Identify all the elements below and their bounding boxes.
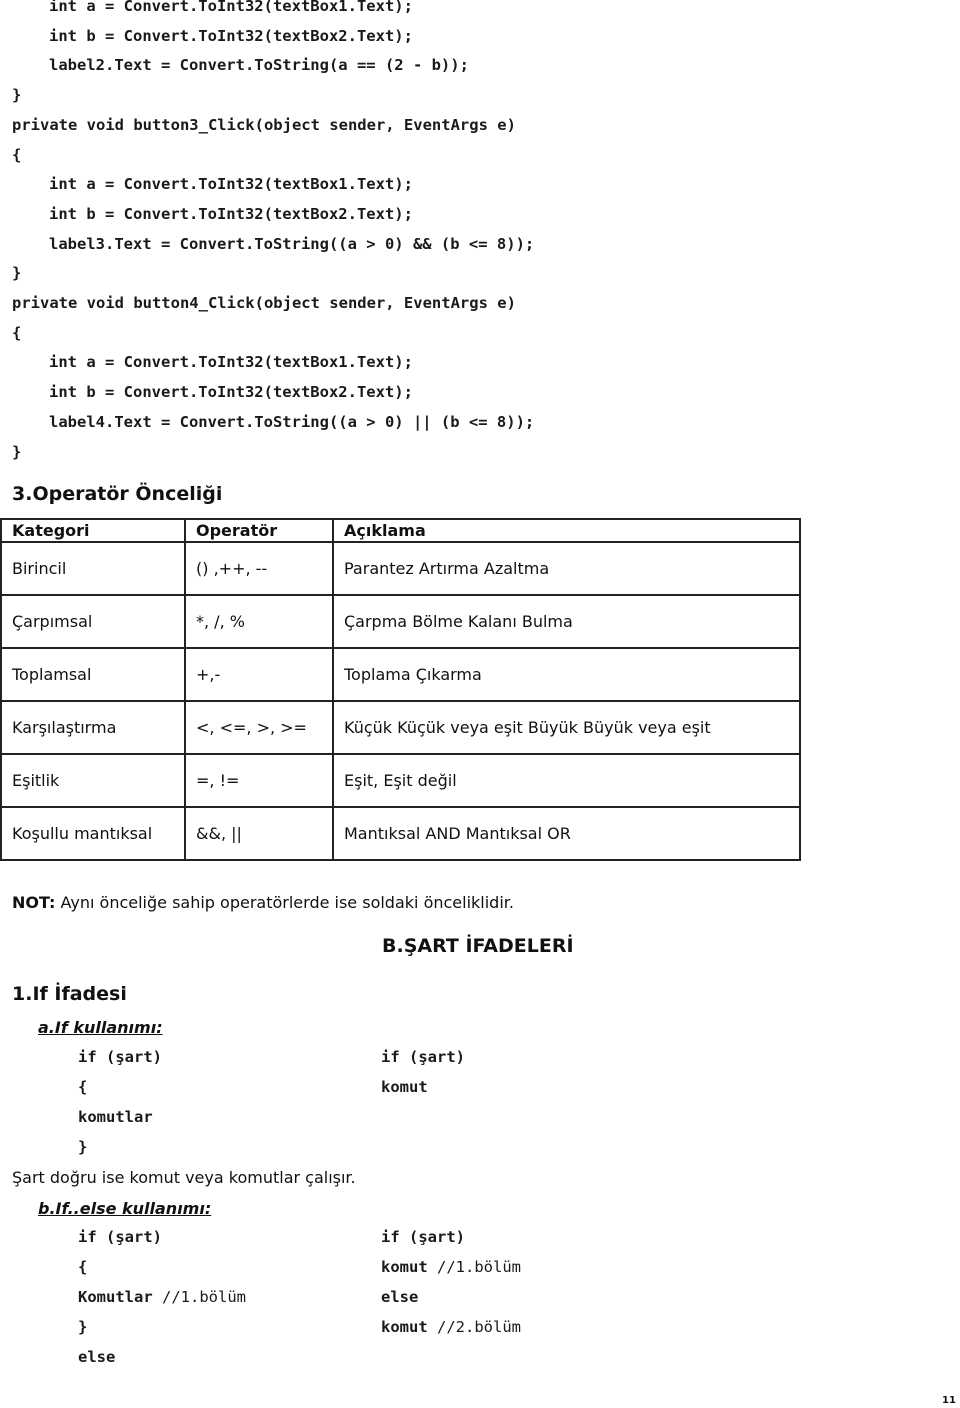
code-line: }	[78, 1318, 87, 1336]
table-row: Toplamsal +,- Toplama Çıkarma	[0, 647, 801, 702]
code-comment: //1.bölüm	[162, 1288, 246, 1306]
code-line: int b = Convert.ToInt32(textBox2.Text);	[49, 383, 413, 402]
cell-category: Birincil	[0, 541, 186, 596]
chapter-title: B.ŞART İFADELERİ	[382, 935, 574, 957]
cell-description: Eşit, Eşit değil	[332, 753, 801, 808]
code-line: label3.Text = Convert.ToString((a > 0) &…	[49, 234, 535, 253]
code-line: komut //1.bölüm	[381, 1258, 521, 1276]
table-row: Eşitlik =, != Eşit, Eşit değil	[0, 753, 801, 808]
code-line: {	[12, 145, 22, 164]
cell-operator: *, /, %	[184, 594, 334, 649]
code-line: Komutlar //1.bölüm	[78, 1288, 246, 1306]
table-header-row: Kategori Operatör Açıklama	[0, 518, 801, 543]
code-line: int a = Convert.ToInt32(textBox1.Text);	[49, 0, 413, 15]
code-line: label2.Text = Convert.ToString(a == (2 -…	[49, 56, 469, 75]
code-statement: else	[78, 1348, 116, 1366]
cell-category: Toplamsal	[0, 647, 186, 702]
cell-operator: &&, ||	[184, 806, 334, 861]
cell-description: Küçük Küçük veya eşit Büyük Büyük veya e…	[332, 700, 801, 755]
if-section-title: 1.If İfadesi	[12, 983, 127, 1005]
code-line: {	[12, 323, 22, 342]
cell-description: Toplama Çıkarma	[332, 647, 801, 702]
code-statement: komut	[381, 1258, 437, 1276]
header-category: Kategori	[0, 518, 186, 543]
if-else-usage-subtitle: b.If..else kullanımı:	[38, 1199, 212, 1218]
code-line: if (şart)	[78, 1228, 162, 1246]
note-text: Aynı önceliğe sahip operatörlerde ise so…	[55, 893, 514, 912]
table-row: Karşılaştırma <, <=, >, >= Küçük Küçük vey…	[0, 700, 801, 755]
code-statement: }	[78, 1318, 88, 1336]
page-number: 11	[942, 1395, 956, 1406]
code-line: {	[78, 1078, 88, 1096]
code-line: int a = Convert.ToInt32(textBox1.Text);	[49, 175, 413, 194]
cell-operator: <, <=, >, >=	[184, 700, 334, 755]
code-line: private void button3_Click(object sender…	[12, 115, 516, 134]
table-row: Çarpımsal *, /, % Çarpma Bölme Kalanı Bulm…	[0, 594, 801, 649]
code-statement: Komutlar	[78, 1288, 162, 1306]
code-line: private void button4_Click(object sender…	[12, 294, 516, 312]
code-line: if (şart)	[78, 1048, 162, 1066]
code-line: if (şart)	[381, 1048, 465, 1066]
header-description: Açıklama	[332, 518, 801, 543]
cell-category: Eşitlik	[0, 753, 186, 808]
code-comment: //1.bölüm	[437, 1258, 521, 1276]
code-statement: komut	[381, 1318, 437, 1336]
code-line: }	[12, 264, 22, 283]
note-label: NOT:	[12, 893, 56, 912]
cell-operator: +,-	[184, 647, 334, 702]
code-line: int a = Convert.ToInt32(textBox1.Text);	[49, 353, 413, 372]
code-line: else	[381, 1288, 418, 1306]
operator-precedence-table: Kategori Operatör Açıklama Birincil() ,+…	[0, 518, 801, 861]
code-statement: if (şart)	[381, 1228, 465, 1246]
code-line: label4.Text = Convert.ToString((a > 0) |…	[49, 412, 535, 431]
code-statement: if (şart)	[78, 1228, 162, 1246]
code-comment: //2.bölüm	[437, 1318, 521, 1336]
header-operator: Operatör	[184, 518, 334, 543]
code-line: }	[12, 442, 22, 461]
code-line: }	[12, 86, 22, 105]
table-row: Birincil() ,++, -- Parantez Artırma Azalt…	[0, 541, 801, 596]
code-line: int b = Convert.ToInt32(textBox2.Text);	[49, 204, 413, 223]
code-line: komut	[381, 1078, 428, 1096]
code-line: komutlar	[78, 1108, 153, 1126]
code-line: {	[78, 1258, 87, 1276]
cell-category: Koşullu mantıksal	[0, 806, 186, 861]
cell-description: Çarpma Bölme Kalanı Bulma	[332, 594, 801, 649]
code-statement: else	[381, 1288, 419, 1306]
cell-category: Çarpımsal	[0, 594, 186, 649]
cell-description: Mantıksal AND Mantıksal OR	[332, 806, 801, 861]
table-row: Koşullu mantıksal &&, || Mantıksal AND Man…	[0, 806, 801, 861]
code-line: else	[78, 1348, 115, 1366]
code-line: if (şart)	[381, 1228, 465, 1246]
section-title-operator-precedence: 3.Operatör Önceliği	[12, 483, 223, 505]
code-line: komut //2.bölüm	[381, 1318, 521, 1336]
note: NOT: Aynı önceliğe sahip operatörlerde i…	[12, 893, 514, 912]
code-statement: {	[78, 1258, 88, 1276]
cell-operator: () ,++, --	[184, 541, 334, 596]
cell-category: Karşılaştırma	[0, 700, 186, 755]
if-description: Şart doğru ise komut veya komutlar çalış…	[12, 1168, 356, 1187]
code-line: int b = Convert.ToInt32(textBox2.Text);	[49, 26, 413, 45]
code-line: }	[78, 1138, 88, 1156]
cell-description: Parantez Artırma Azaltma	[332, 541, 801, 596]
if-usage-subtitle: a.If kullanımı:	[38, 1018, 163, 1037]
cell-operator: =, !=	[184, 753, 334, 808]
